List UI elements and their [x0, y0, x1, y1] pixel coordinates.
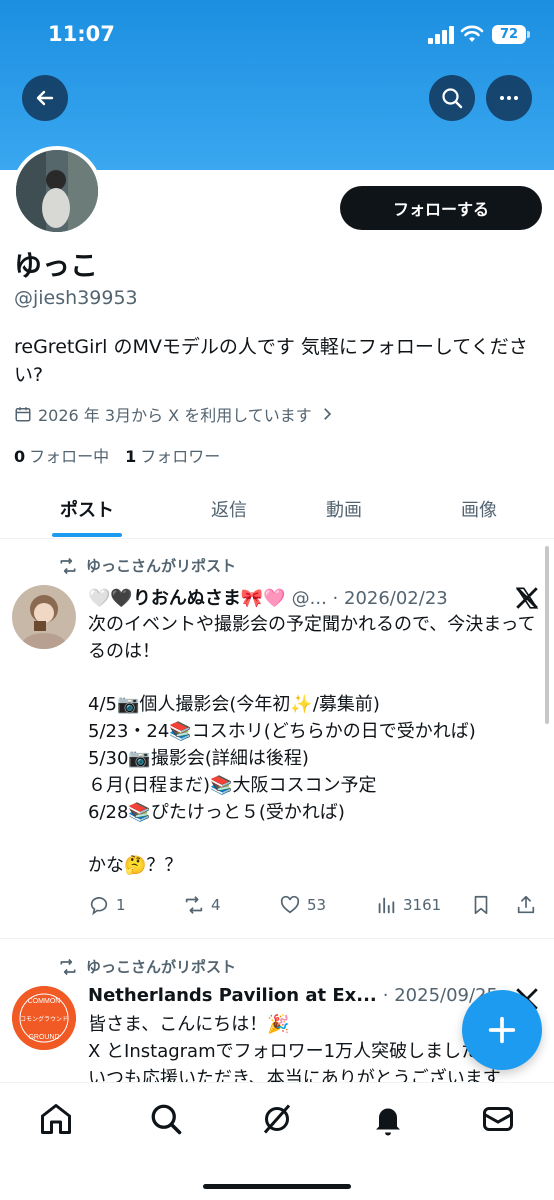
views-button[interactable]: 3161: [375, 894, 441, 916]
search-icon: [442, 88, 463, 109]
post-meta: @... · 2026/02/23: [291, 588, 448, 609]
reply-icon: [90, 897, 108, 916]
search-button[interactable]: [429, 75, 475, 121]
views-icon: [378, 897, 395, 914]
follow-counts: 0 フォロー中 1 フォロワー: [14, 443, 220, 467]
post-divider: [0, 938, 554, 939]
follow-button[interactable]: フォローする: [340, 186, 542, 230]
post-author-avatar[interactable]: [12, 585, 76, 649]
chevron-right-icon: [323, 408, 331, 420]
svg-text:コモングラウンド: コモングラウンド: [20, 1015, 68, 1023]
like-icon: [280, 895, 300, 914]
battery-indicator: 72: [492, 25, 530, 44]
profile-tabs: ポスト 返信 動画 画像: [0, 480, 554, 539]
like-button[interactable]: 53: [279, 894, 326, 916]
svg-text:COMMON: COMMON: [28, 998, 61, 1005]
joined-date[interactable]: 2026 年 3月から X を利用しています: [14, 402, 336, 426]
profile-handle: @jiesh39953: [14, 287, 138, 309]
home-icon[interactable]: [38, 1101, 74, 1137]
more-button[interactable]: [486, 75, 532, 121]
calendar-icon: [15, 407, 31, 422]
back-button[interactable]: [22, 75, 68, 121]
search-icon[interactable]: [148, 1101, 184, 1137]
tab-videos[interactable]: 動画: [284, 480, 404, 538]
repost-button[interactable]: 4: [183, 894, 221, 916]
status-time: 11:07: [48, 22, 115, 46]
compose-button[interactable]: [462, 990, 542, 1070]
repost-icon: [60, 958, 76, 975]
repost-icon: [185, 896, 203, 914]
bottom-navigation: [0, 1082, 554, 1200]
wifi-icon: [460, 25, 484, 42]
post-actions: 1 4 53 3161: [88, 894, 540, 922]
followers-link[interactable]: 1 フォロワー: [125, 443, 220, 467]
share-button[interactable]: [515, 894, 537, 916]
svg-text:GROUND: GROUND: [28, 1034, 59, 1041]
post-author-avatar[interactable]: COMMON コモングラウンド GROUND: [12, 986, 76, 1050]
post-header: Netherlands Pavilion at Ex... · 2025/09/…: [88, 985, 504, 1006]
signal-icon: [428, 26, 454, 44]
grok-icon[interactable]: [259, 1101, 295, 1137]
post-header: 🤍🖤りおんぬさま🎀🩷 @... · 2026/02/23: [88, 584, 504, 610]
tab-replies[interactable]: 返信: [174, 480, 284, 538]
tab-images[interactable]: 画像: [404, 480, 554, 538]
share-icon: [517, 895, 535, 914]
repost-indicator: ゆっこさんがリポスト: [58, 956, 236, 977]
bookmark-button[interactable]: [470, 894, 492, 916]
mail-icon[interactable]: [480, 1101, 516, 1137]
post-author-name[interactable]: Netherlands Pavilion at Ex...: [88, 985, 377, 1006]
status-bar: 11:07 72: [0, 0, 554, 70]
repost-indicator: ゆっこさんがリポスト: [58, 555, 236, 576]
home-indicator: [203, 1184, 351, 1189]
profile-bio: reGretGirl のMVモデルの人です 気軽にフォローしてください?: [14, 336, 528, 386]
more-icon: [500, 96, 518, 100]
bell-icon[interactable]: [370, 1101, 406, 1137]
profile-name: ゆっこ: [14, 249, 99, 282]
profile-avatar[interactable]: [12, 146, 102, 236]
bookmark-icon: [474, 895, 488, 915]
post-text: 次のイベントや撮影会の予定聞かれるので、今決まってるのは！ 4/5📷個人撮影会(…: [88, 614, 536, 877]
repost-icon: [60, 557, 76, 574]
compose-plus-icon: [488, 1016, 516, 1044]
post-author-name[interactable]: 🤍🖤りおんぬさま🎀🩷: [88, 584, 286, 610]
x-logo-icon: [515, 587, 539, 609]
following-link[interactable]: 0 フォロー中: [14, 443, 109, 467]
scrollbar[interactable]: [545, 546, 549, 724]
tab-active-indicator: [52, 533, 122, 537]
tab-posts[interactable]: ポスト: [0, 480, 174, 538]
reply-button[interactable]: 1: [88, 894, 126, 916]
back-arrow-icon: [36, 90, 54, 106]
joined-text: 2026 年 3月から X を利用しています: [38, 406, 312, 425]
